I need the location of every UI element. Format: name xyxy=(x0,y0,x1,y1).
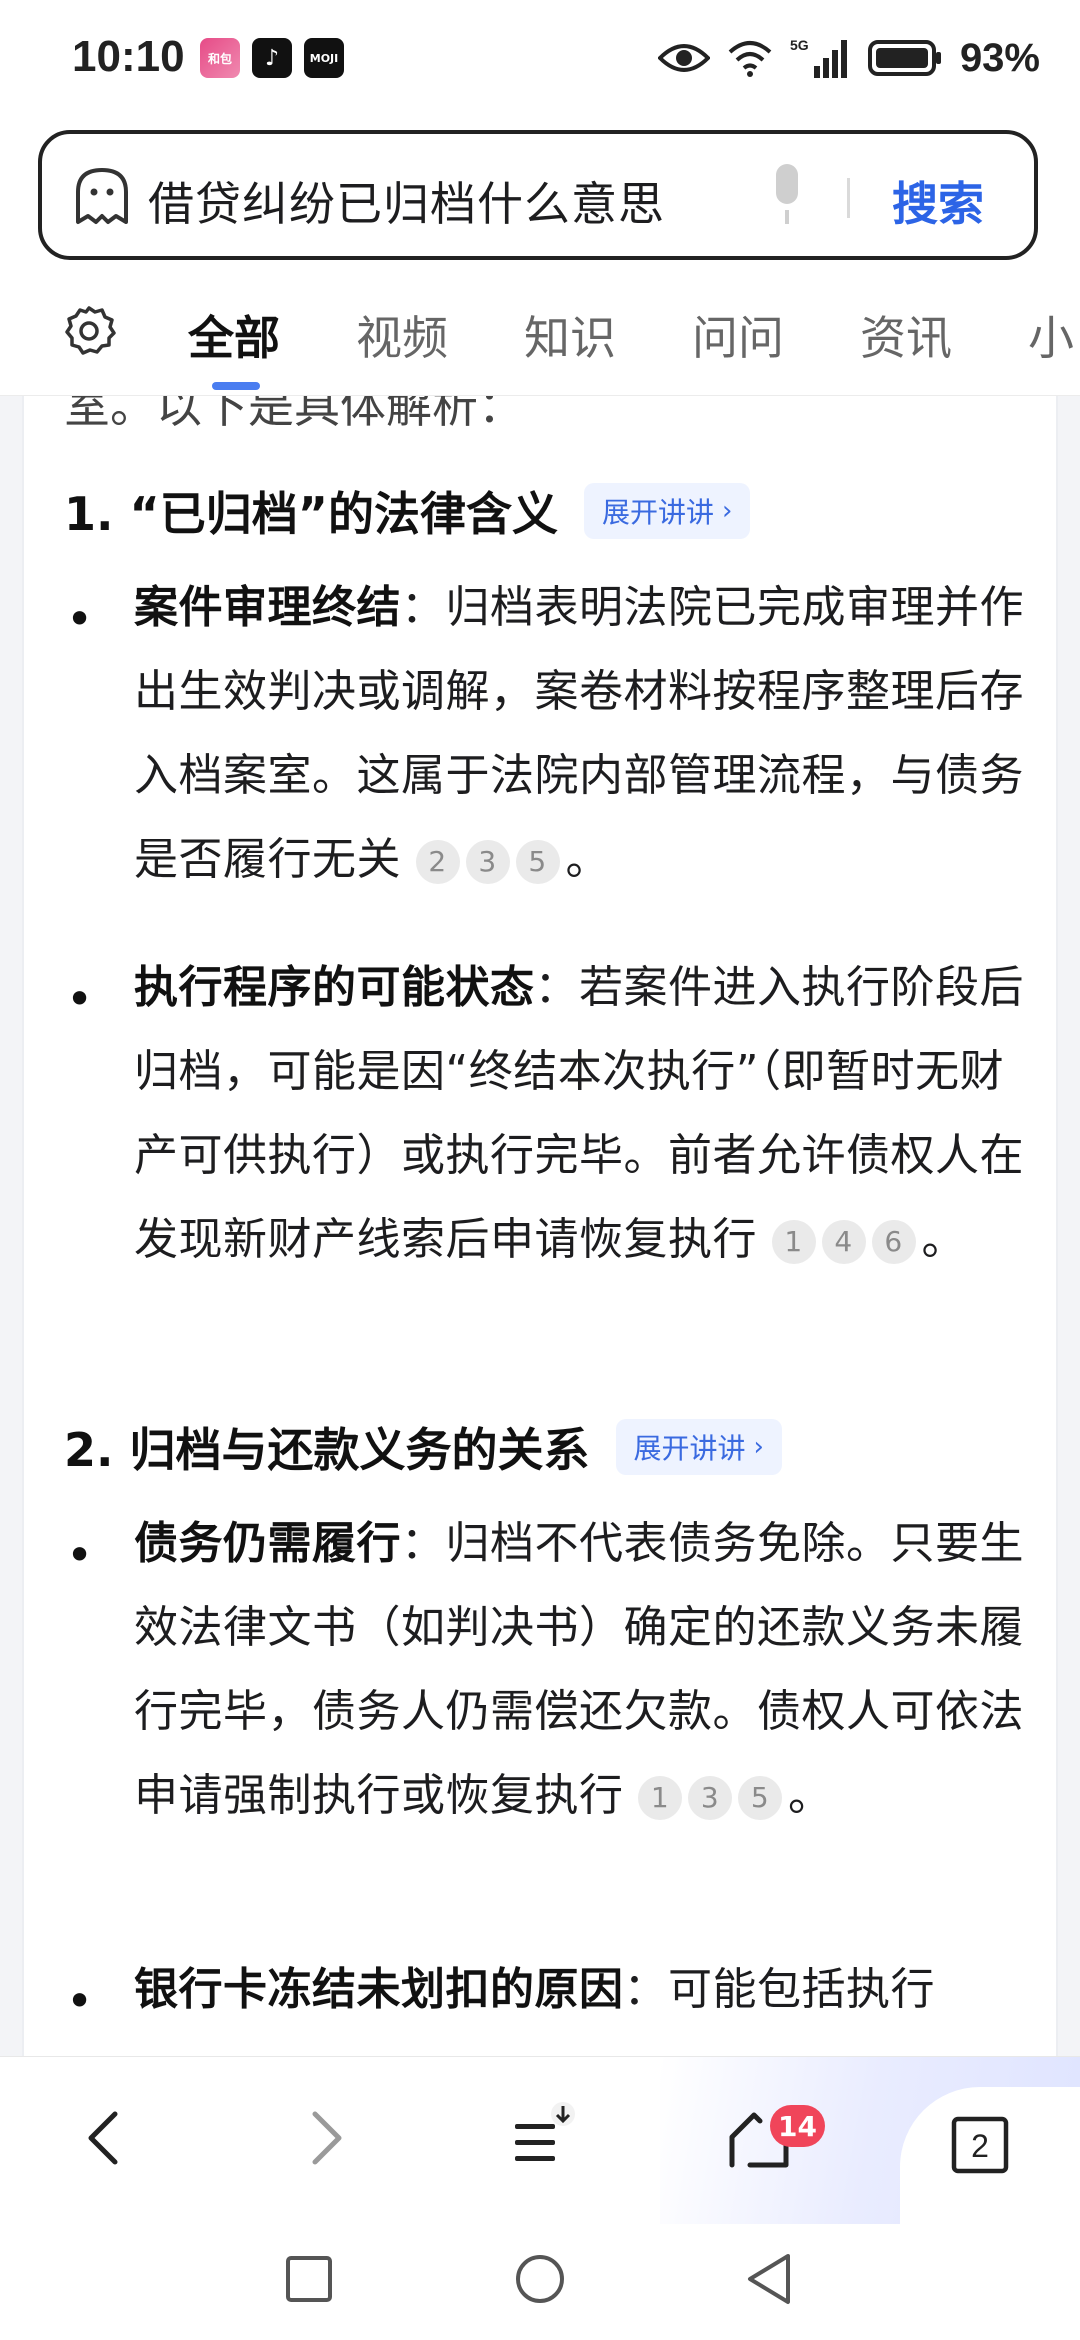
bullet-dot: • xyxy=(66,592,94,646)
svg-text:5G: 5G xyxy=(790,37,809,53)
citation-badge[interactable]: 2 xyxy=(415,840,460,884)
recent-apps-icon[interactable] xyxy=(284,2254,334,2304)
item-title: 债务仍需履行 xyxy=(134,1518,401,1569)
tab-video[interactable]: 视频 xyxy=(356,302,448,368)
chevron-right-icon: › xyxy=(721,496,733,526)
search-input[interactable]: 借贷纠纷已归档什么意思 xyxy=(148,168,665,234)
list-item: 案件审理终结：归档表明法院已完成审理并作出生效判决或调解，案卷材料按程序整理后存… xyxy=(134,566,1034,902)
signal-icon: 5G xyxy=(790,37,847,78)
tiktok-app-icon: ♪ xyxy=(252,38,292,78)
active-tab-indicator xyxy=(212,382,260,390)
item-title: 执行程序的可能状态 xyxy=(134,962,535,1013)
eye-icon xyxy=(657,44,710,72)
home-circle-icon[interactable] xyxy=(513,2252,567,2306)
svg-text:2: 2 xyxy=(971,2128,989,2164)
tab-all[interactable]: 全部 xyxy=(188,302,280,368)
tab-switcher-button[interactable]: 2 xyxy=(900,2087,1080,2225)
system-navigation-bar xyxy=(0,2224,1080,2340)
citation-badge[interactable]: 3 xyxy=(688,1776,732,1820)
citation-badge[interactable]: 1 xyxy=(771,1220,816,1264)
search-button[interactable]: 搜索 xyxy=(892,168,984,234)
status-icons: 5G 93% xyxy=(657,30,1040,86)
list-item: 执行程序的可能状态：若案件进入执行阶段后归档，可能是因“终结本次执行”（即暂时无… xyxy=(134,946,1034,1282)
battery-percent: 93% xyxy=(959,35,1040,80)
browser-toolbar: 14 2 xyxy=(0,2056,1080,2225)
item-title: 银行卡冻结未划扣的原因 xyxy=(134,1964,624,2015)
item-title: 案件审理终结 xyxy=(134,582,401,633)
citation-badge[interactable]: 5 xyxy=(738,1776,782,1820)
bullet-dot: • xyxy=(66,1974,94,2028)
status-bar: 10:10 和包 ♪ MOJI 5G 93% xyxy=(0,0,1080,120)
chevron-left-icon xyxy=(88,2111,118,2165)
back-button[interactable] xyxy=(58,2093,148,2183)
moji-weather-app-icon: MOJI xyxy=(304,38,344,78)
notification-badge: 14 xyxy=(770,2105,825,2147)
category-tabs: 全部 视频 知识 问问 资讯 小 xyxy=(0,280,1080,396)
item-tail: 。 xyxy=(565,834,610,885)
chevron-right-icon: › xyxy=(753,1432,764,1462)
search-header: 借贷纠纷已归档什么意思 搜索 xyxy=(0,120,1080,280)
tab-knowledge[interactable]: 知识 xyxy=(524,302,616,368)
expand-explain-button[interactable]: 展开讲讲 › xyxy=(615,1419,782,1475)
section-title: 1. “已归档”的法律含义 xyxy=(64,487,558,541)
section-heading: 2. 归档与还款义务的关系 展开讲讲 › xyxy=(64,1414,782,1480)
bullet-dot: • xyxy=(66,1528,94,1582)
tab-news[interactable]: 资讯 xyxy=(860,302,952,368)
citation-badge[interactable]: 3 xyxy=(465,840,510,884)
list-item: 银行卡冻结未划扣的原因：可能包括执行 xyxy=(134,1948,1034,2032)
chevron-right-icon xyxy=(312,2111,342,2165)
microphone-icon[interactable] xyxy=(762,160,812,230)
truncated-text: 室。以下是具体解析： xyxy=(64,396,524,433)
gear-icon[interactable] xyxy=(62,304,116,358)
citation-badge[interactable]: 5 xyxy=(515,840,560,884)
menu-button[interactable] xyxy=(496,2093,586,2183)
answer-card: 室。以下是具体解析： 1. “已归档”的法律含义 展开讲讲 › • 案件审理终结… xyxy=(22,396,1058,2056)
menu-download-icon xyxy=(515,2102,575,2161)
tabs-icon: 2 xyxy=(951,2116,1009,2174)
battery-icon xyxy=(867,40,941,76)
forward-button[interactable] xyxy=(282,2093,372,2183)
expand-label: 展开讲讲 xyxy=(633,1432,746,1465)
search-divider xyxy=(847,178,850,218)
bullet-dot: • xyxy=(66,972,94,1026)
search-box[interactable]: 借贷纠纷已归档什么意思 搜索 xyxy=(38,130,1038,260)
section-heading: 1. “已归档”的法律含义 展开讲讲 › xyxy=(64,478,751,544)
citation-badge[interactable]: 4 xyxy=(821,1220,866,1264)
ghost-icon xyxy=(76,168,128,224)
citation-badge[interactable]: 1 xyxy=(638,1776,682,1820)
item-tail: 。 xyxy=(921,1214,966,1265)
tab-more[interactable]: 小 xyxy=(1028,302,1074,368)
item-tail: 。 xyxy=(788,1770,833,1821)
tab-ask[interactable]: 问问 xyxy=(692,302,784,368)
section-title: 2. 归档与还款义务的关系 xyxy=(64,1423,590,1477)
expand-label: 展开讲讲 xyxy=(601,496,714,529)
list-item: 债务仍需履行：归档不代表债务免除。只要生效法律文书（如判决书）确定的还款义务未履… xyxy=(134,1502,1034,1838)
citation-badge[interactable]: 6 xyxy=(871,1220,916,1264)
status-time: 10:10 xyxy=(72,32,185,81)
expand-explain-button[interactable]: 展开讲讲 › xyxy=(583,483,751,539)
item-text: ：可能包括执行 xyxy=(623,1964,935,2015)
hebao-app-icon: 和包 xyxy=(200,38,240,78)
back-triangle-icon[interactable] xyxy=(744,2252,794,2306)
wifi-icon xyxy=(728,41,772,77)
